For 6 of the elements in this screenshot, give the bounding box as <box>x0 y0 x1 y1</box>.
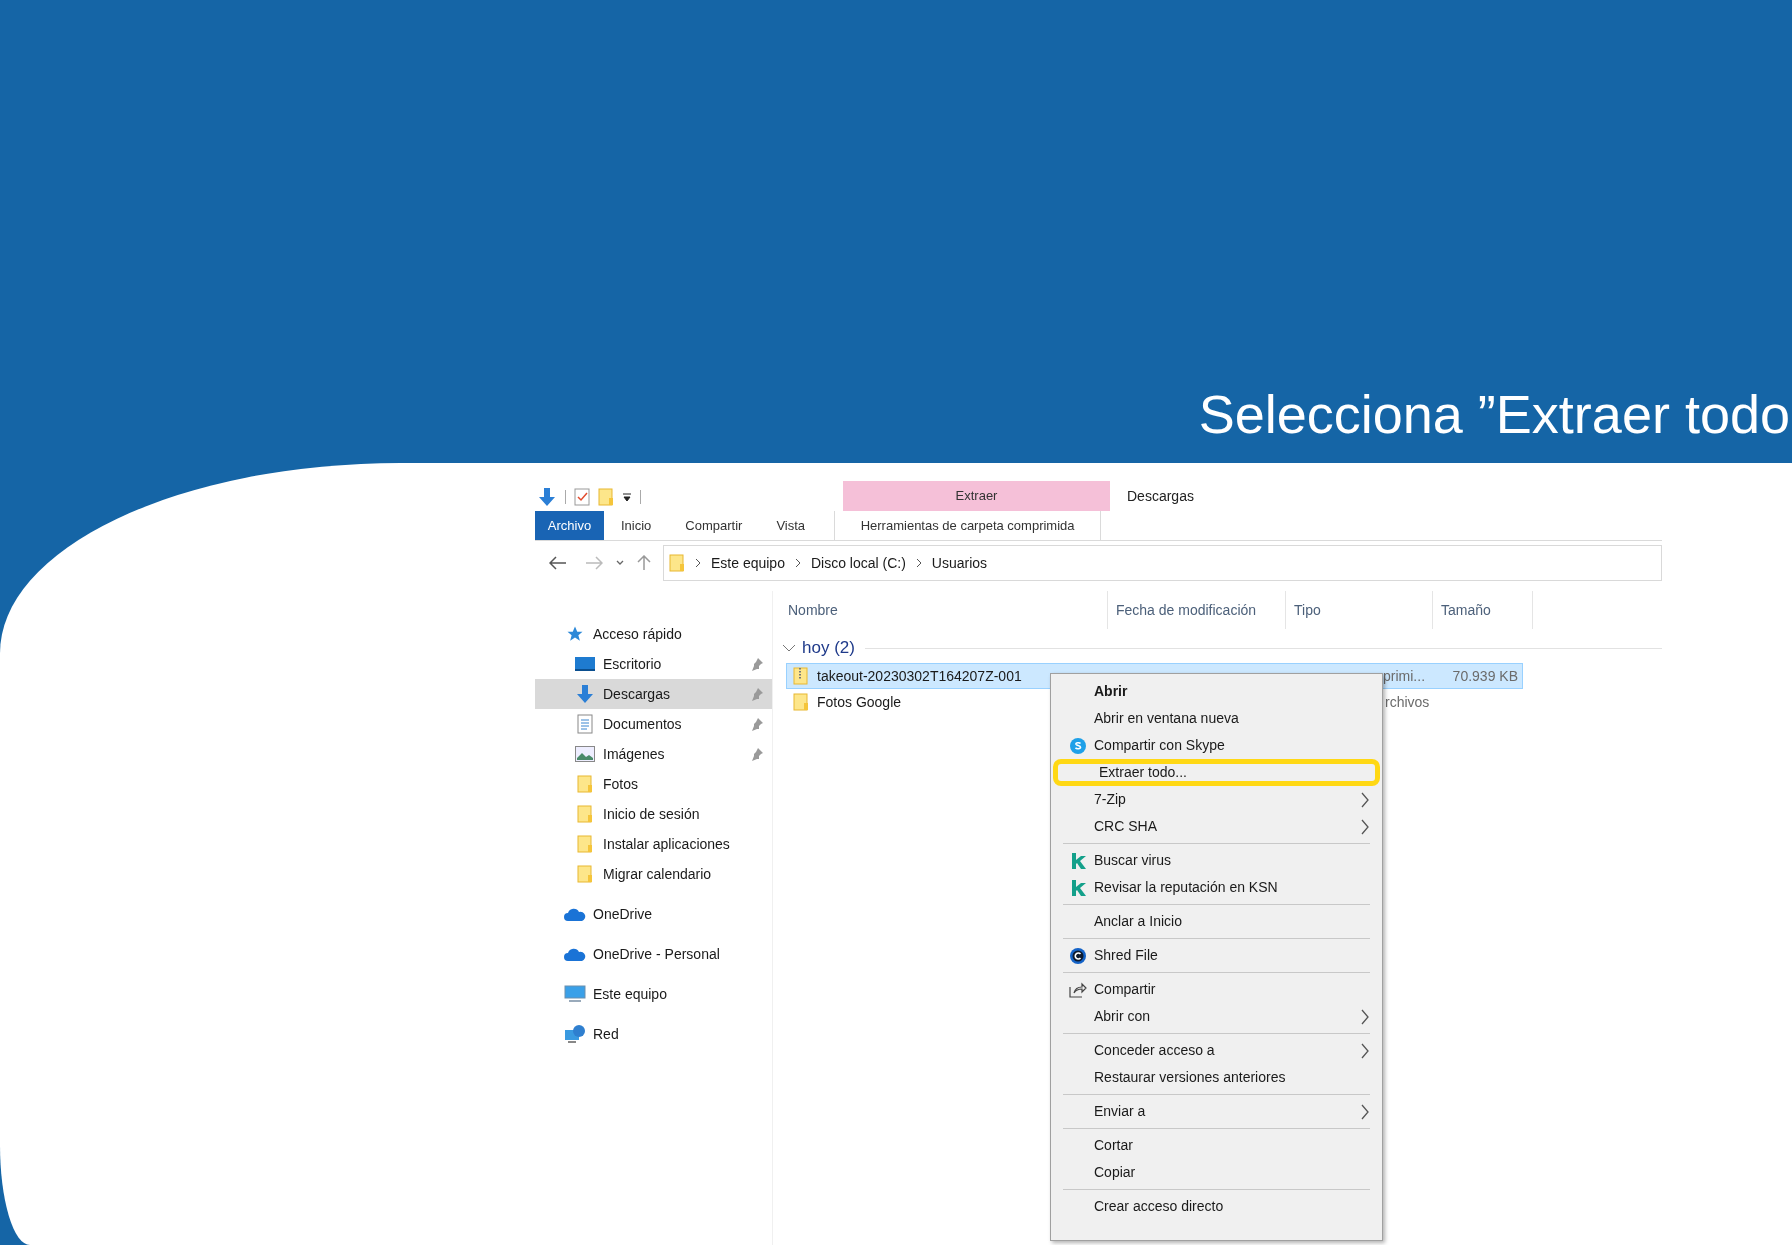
context-tab-header: Extraer <box>843 481 1110 511</box>
window-title: Descargas <box>1127 486 1194 506</box>
slide-title: Selecciona ”Extraer todo <box>1198 383 1791 446</box>
file-type: primi... <box>1383 666 1427 686</box>
file-type: rchivos <box>1385 692 1431 712</box>
file-size: 70.939 KB <box>1452 666 1519 686</box>
